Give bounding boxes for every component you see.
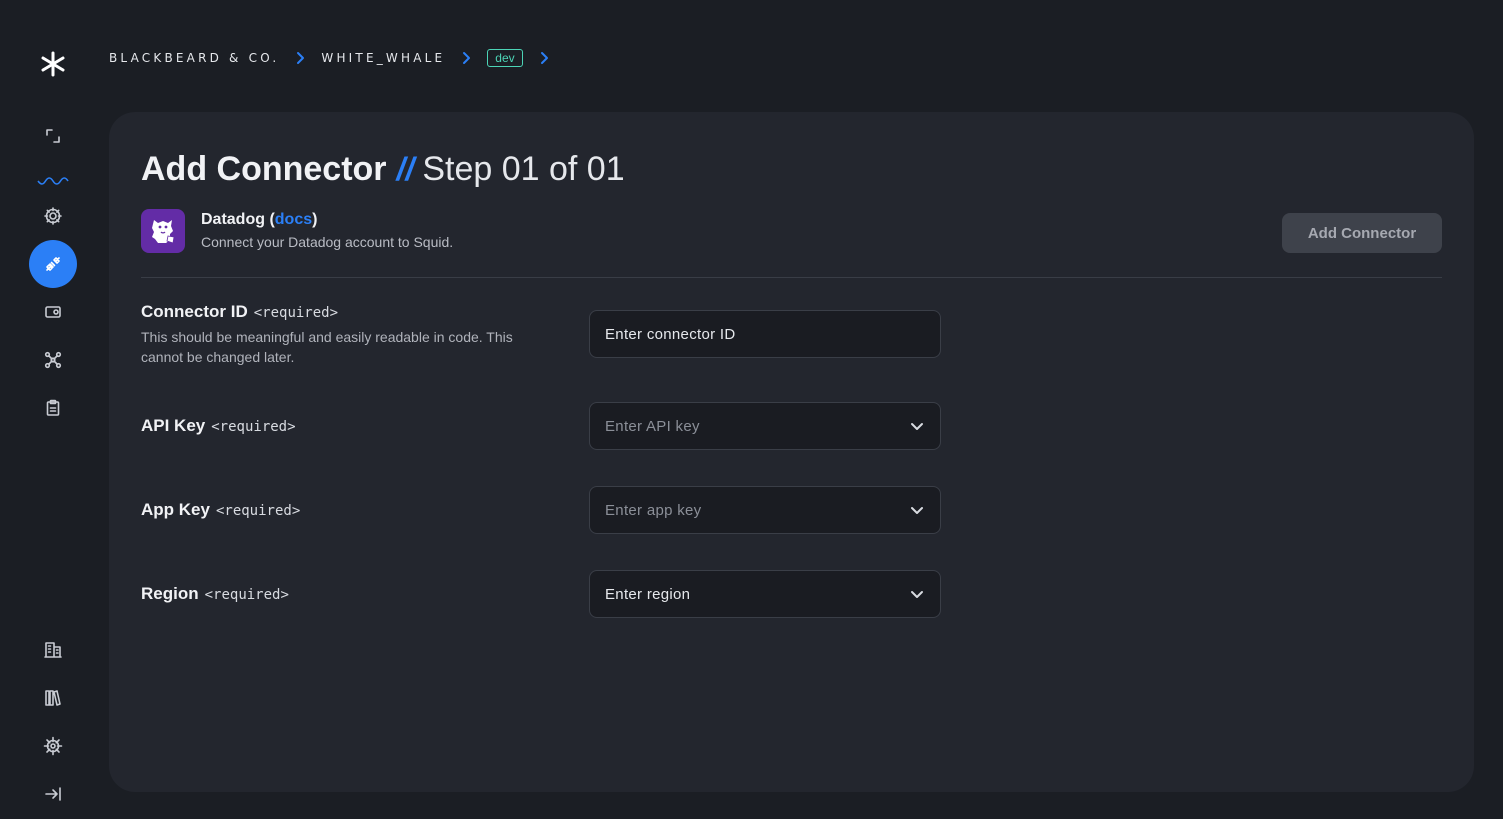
app-key-label: App Key (141, 500, 210, 519)
wallet-icon[interactable] (29, 288, 77, 336)
connector-name: Datadog (docs) (201, 211, 318, 228)
required-tag: <required> (215, 503, 301, 519)
page-title: Add Connector // Step 01 of 01 (141, 150, 625, 189)
add-connector-button[interactable]: Add Connector (1282, 213, 1442, 253)
region-label: Region (141, 584, 199, 603)
app-key-input[interactable] (605, 501, 909, 519)
network-nodes-icon[interactable] (29, 336, 77, 384)
library-icon[interactable] (29, 674, 77, 722)
step-indicator: Step 01 of 01 (422, 150, 625, 188)
collapse-sidebar-icon[interactable] (29, 770, 77, 818)
api-key-input-wrapper (589, 402, 941, 450)
region-select[interactable] (605, 585, 909, 603)
chevron-right-icon[interactable] (537, 51, 551, 65)
region-label-group: Region <required> (141, 584, 289, 604)
breadcrumb: BLACKBEARD & CO. WHITE_WHALE dev (109, 48, 565, 68)
page-title-separator: // (396, 151, 415, 187)
app-key-input-wrapper (589, 486, 941, 534)
breadcrumb-org[interactable]: BLACKBEARD & CO. (109, 51, 279, 65)
connector-id-input[interactable] (605, 325, 925, 343)
required-tag: <required> (253, 305, 339, 321)
clipboard-icon[interactable] (29, 384, 77, 432)
app-key-label-group: App Key <required> (141, 500, 300, 520)
api-key-label: API Key (141, 416, 206, 435)
api-key-input[interactable] (605, 417, 909, 435)
region-select-wrapper (589, 570, 941, 618)
breadcrumb-project[interactable]: WHITE_WHALE (321, 51, 445, 65)
chevron-right-icon (293, 51, 307, 65)
helm-icon[interactable] (29, 722, 77, 770)
required-tag: <required> (204, 587, 289, 603)
connector-id-label: Connector ID (141, 302, 248, 321)
connector-id-help: This should be meaningful and easily rea… (141, 329, 513, 365)
connector-description: Connect your Datadog account to Squid. (201, 234, 454, 250)
app-root: BLACKBEARD & CO. WHITE_WHALE dev Add Con… (0, 0, 1503, 819)
chevron-right-icon (459, 51, 473, 65)
connector-name-text: Datadog (201, 211, 265, 228)
connector-info-text: Datadog (docs) Connect your Datadog acco… (201, 209, 453, 250)
sidebar (0, 0, 106, 819)
chevron-down-icon[interactable] (909, 502, 925, 518)
asterisk-logo-icon[interactable] (29, 40, 77, 88)
docs-link[interactable]: docs (275, 211, 312, 228)
building-icon[interactable] (29, 626, 77, 674)
environment-badge[interactable]: dev (487, 49, 523, 67)
datadog-logo-icon (141, 209, 185, 253)
page-title-main: Add Connector (141, 150, 387, 188)
section-divider (141, 277, 1442, 278)
expand-icon[interactable] (29, 112, 77, 160)
connector-id-input-wrapper (589, 310, 941, 358)
add-connector-card: Add Connector // Step 01 of 01 Datadog (… (109, 112, 1474, 792)
api-key-label-group: API Key <required> (141, 416, 296, 436)
chevron-down-icon[interactable] (909, 586, 925, 602)
required-tag: <required> (211, 419, 296, 435)
chevron-down-icon[interactable] (909, 418, 925, 434)
connector-info: Datadog (docs) Connect your Datadog acco… (141, 209, 453, 253)
gear-icon[interactable] (29, 192, 77, 240)
wave-divider-icon (37, 174, 69, 185)
connector-id-label-group: Connector ID <required> This should be me… (141, 302, 551, 367)
plug-connector-icon[interactable] (29, 240, 77, 288)
